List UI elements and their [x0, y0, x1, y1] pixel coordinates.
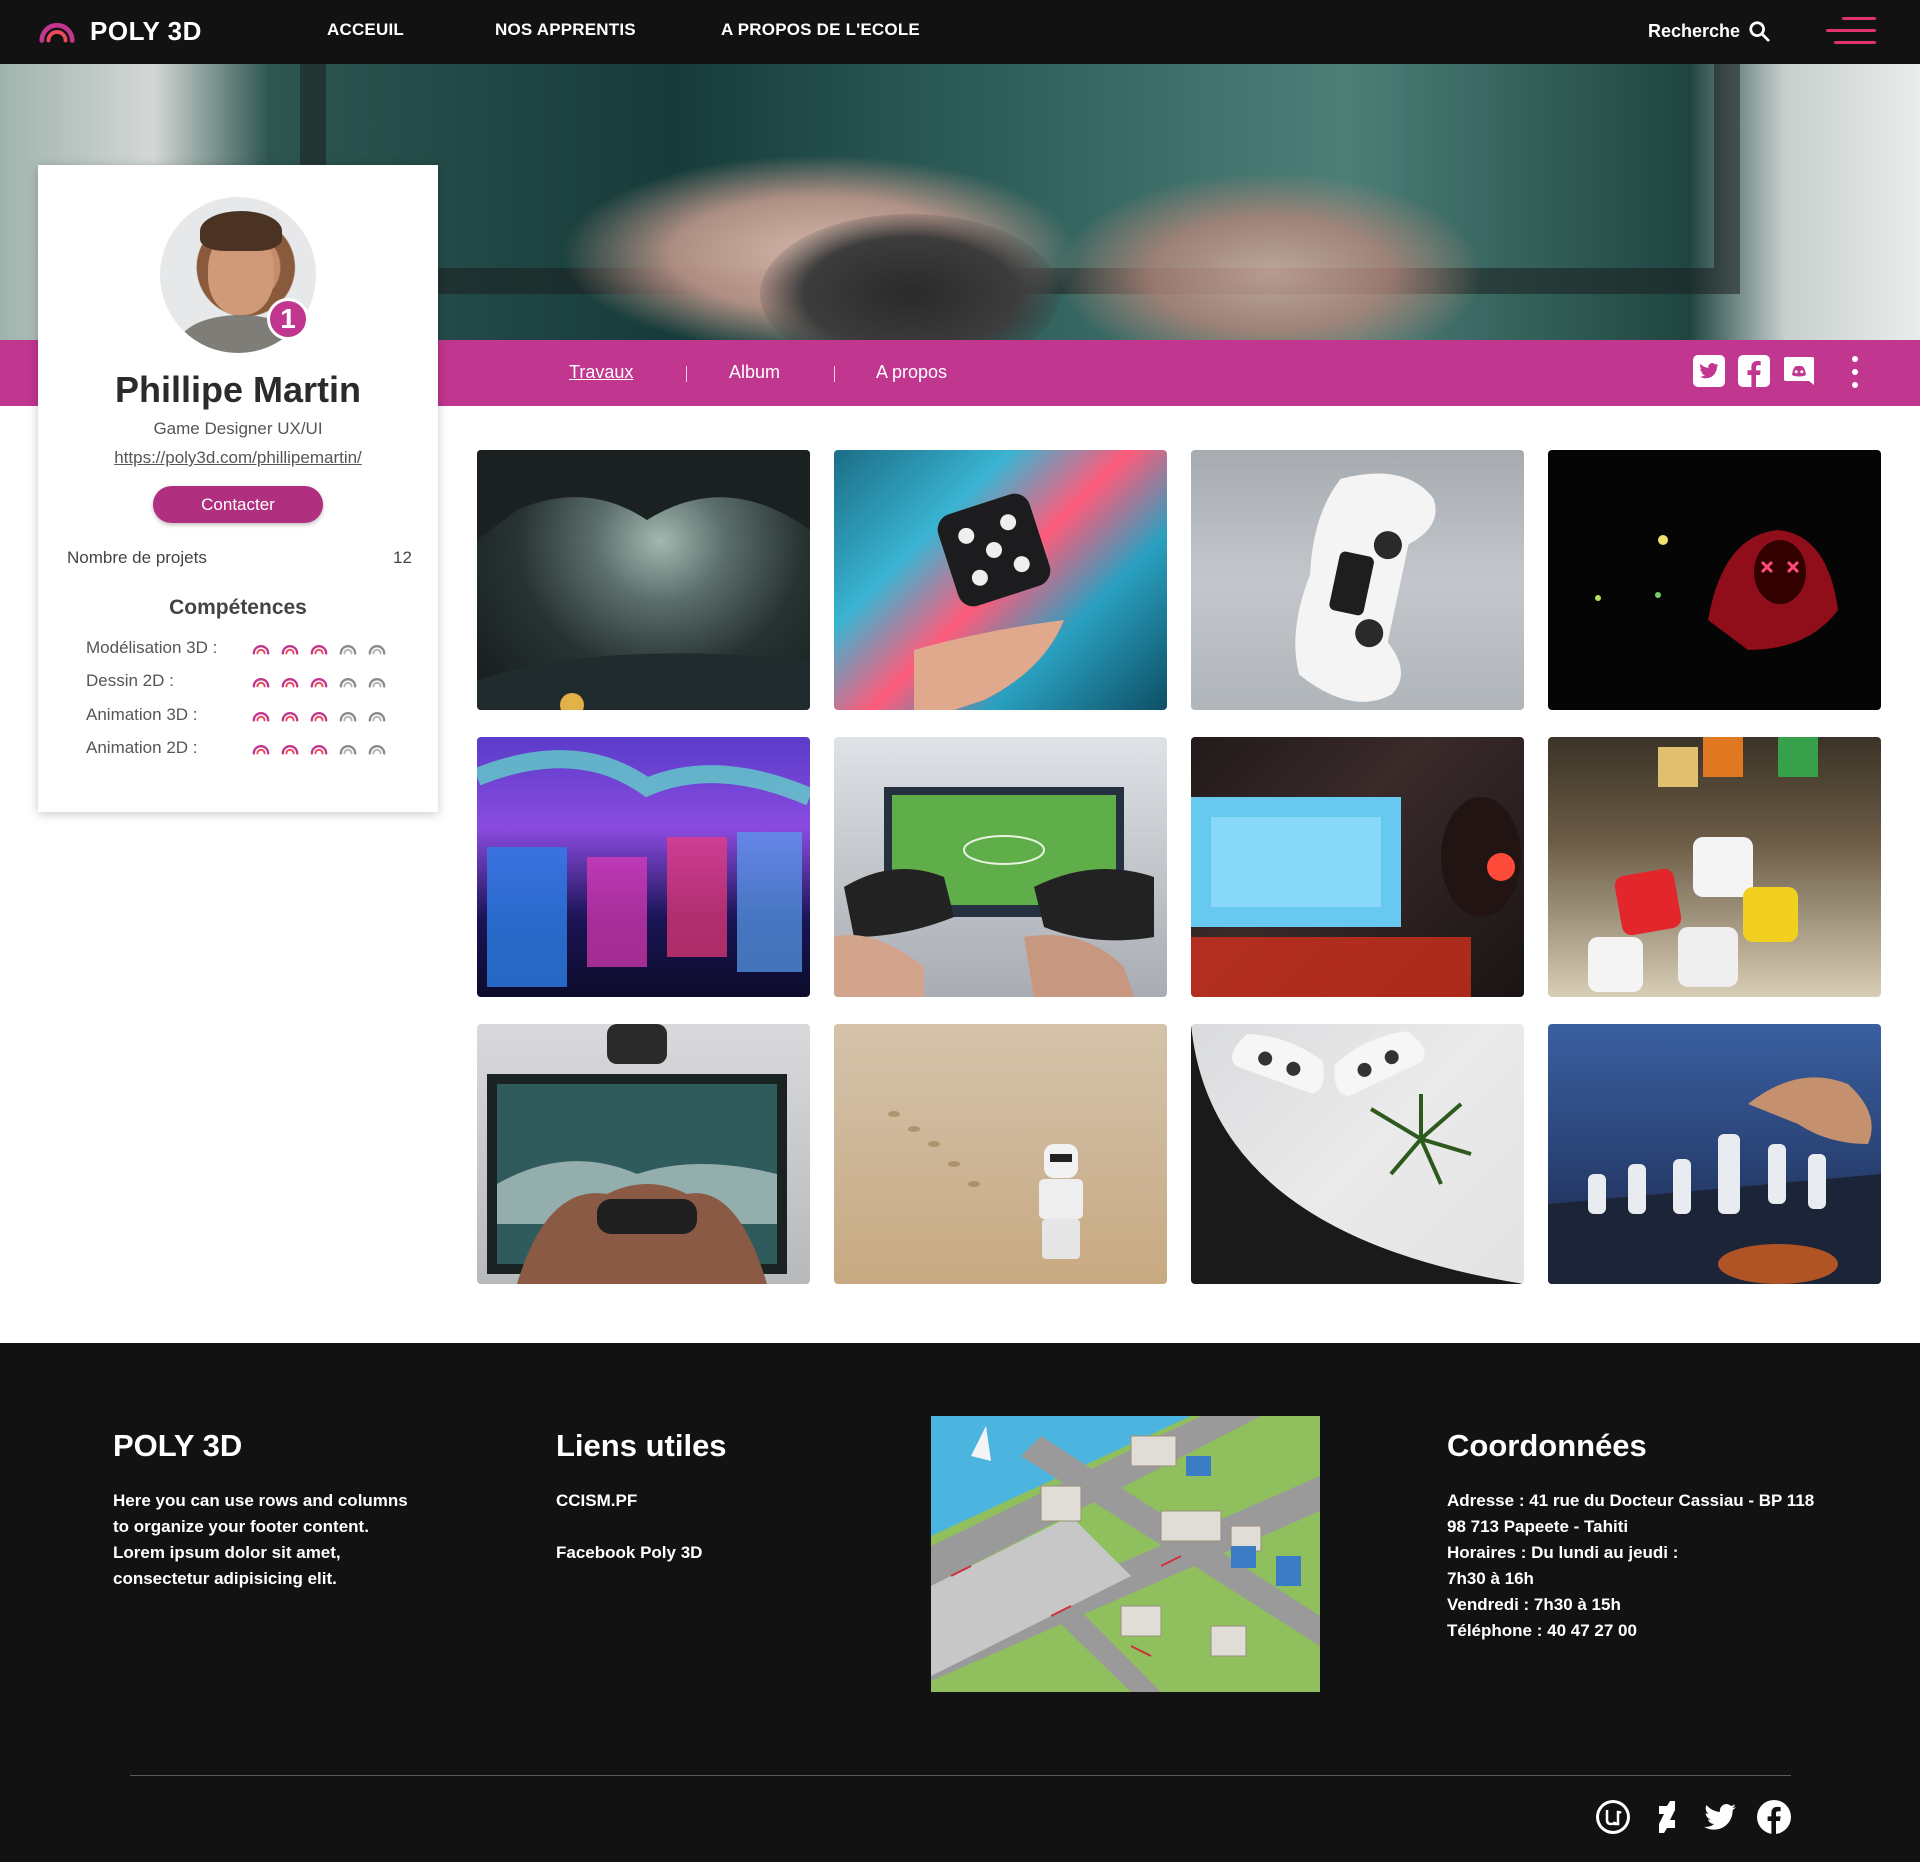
footer-link-ccism[interactable]: CCISM.PF: [556, 1491, 637, 1511]
skills-title: Compétences: [169, 596, 307, 619]
skill-point-empty-icon: [368, 678, 386, 688]
skill-point-filled-icon: [281, 712, 299, 722]
skill-point-filled-icon: [281, 745, 299, 755]
profile-card: 1 Phillipe Martin Game Designer UX/UI ht…: [38, 165, 438, 812]
skill-point-filled-icon: [310, 645, 328, 655]
brand-logo[interactable]: POLY 3D: [38, 12, 202, 50]
footer-link-facebook[interactable]: Facebook Poly 3D: [556, 1543, 702, 1563]
skill-point-empty-icon: [339, 712, 357, 722]
footer-contact-line: Vendredi : 7h30 à 15h: [1447, 1595, 1621, 1614]
facebook-icon[interactable]: [1737, 354, 1771, 388]
nav-link-accueil[interactable]: ACCEUIL: [327, 20, 404, 40]
skill-point-empty-icon: [339, 645, 357, 655]
skill-point-filled-icon: [252, 645, 270, 655]
playing-console-image[interactable]: [477, 1024, 810, 1284]
site-footer: POLY 3D Here you can use rows and column…: [0, 1343, 1920, 1862]
profile-name: Phillipe Martin: [114, 369, 362, 410]
tab-a-propos[interactable]: A propos: [876, 362, 947, 383]
search-label: Recherche: [1648, 20, 1741, 41]
poly3d-logo-icon: [39, 23, 75, 43]
gamer-headset-image[interactable]: [1191, 737, 1524, 997]
football-game-controllers-image[interactable]: [834, 737, 1167, 997]
twitter-icon[interactable]: [1692, 354, 1726, 388]
skill-point-empty-icon: [368, 745, 386, 755]
projects-count-label: Nombre de projets: [67, 548, 207, 567]
skill-point-filled-icon: [310, 712, 328, 722]
gamepads-plant-image[interactable]: [1191, 1024, 1524, 1284]
footer-description-line: to organize your footer content.: [113, 1517, 369, 1536]
tab-album[interactable]: Album: [729, 362, 780, 383]
deviantart-icon[interactable]: [1648, 1798, 1686, 1836]
hamburger-menu-icon[interactable]: [1826, 17, 1876, 45]
unreal-engine-icon[interactable]: [1594, 1798, 1632, 1836]
board-game-dice-image[interactable]: [1548, 737, 1881, 997]
arcade-room-image[interactable]: [477, 737, 810, 997]
tab-divider: [686, 366, 687, 382]
skill-rating-dessin-2d: [252, 672, 386, 690]
discord-icon[interactable]: [1782, 354, 1816, 388]
search-button[interactable]: Recherche: [1648, 20, 1770, 42]
footer-description-line: consectetur adipisicing elit.: [113, 1569, 337, 1588]
skill-label-modelisation-3d: Modélisation 3D :: [86, 638, 218, 657]
footer-contact-line: Téléphone : 40 47 27 00: [1447, 1621, 1637, 1640]
campus-map-image[interactable]: [931, 1416, 1320, 1692]
facebook-icon[interactable]: [1755, 1798, 1793, 1836]
neon-mask-image[interactable]: [1548, 450, 1881, 710]
footer-contact-line: Horaires : Du lundi au jeudi :: [1447, 1543, 1679, 1562]
footer-contact-line: 7h30 à 16h: [1447, 1569, 1534, 1588]
top-navbar: POLY 3D ACCEUIL NOS APPRENTIS A PROPOS D…: [0, 0, 1920, 64]
search-icon: [1749, 21, 1770, 42]
skill-point-filled-icon: [252, 678, 270, 688]
skill-point-empty-icon: [339, 678, 357, 688]
rank-badge: 1: [267, 298, 309, 340]
skill-rating-animation-2d: [252, 739, 386, 757]
cave-explorer-image[interactable]: [477, 450, 810, 710]
skill-point-filled-icon: [281, 645, 299, 655]
skill-rating-animation-3d: [252, 706, 386, 724]
twitter-icon[interactable]: [1701, 1798, 1739, 1836]
chess-hand-image[interactable]: [1548, 1024, 1881, 1284]
skill-point-empty-icon: [339, 745, 357, 755]
skill-rating-modelisation-3d: [252, 639, 386, 657]
skill-label-dessin-2d: Dessin 2D :: [86, 671, 174, 690]
footer-description-line: Here you can use rows and columns: [113, 1491, 408, 1510]
profile-role: Game Designer UX/UI: [153, 419, 323, 438]
footer-links-title: Liens utiles: [556, 1428, 727, 1463]
tab-travaux[interactable]: Travaux: [569, 362, 633, 383]
contact-button[interactable]: Contacter: [153, 486, 323, 523]
brand-name: POLY 3D: [90, 15, 202, 46]
more-options-icon[interactable]: [1850, 356, 1860, 388]
footer-contact-line: 98 713 Papeete - Tahiti: [1447, 1517, 1629, 1536]
nav-link-a-propos-ecole[interactable]: A PROPOS DE L'ECOLE: [721, 20, 920, 40]
skill-point-filled-icon: [281, 678, 299, 688]
footer-contact-line: Adresse : 41 rue du Docteur Cassiau - BP…: [1447, 1491, 1815, 1510]
footer-description-line: Lorem ipsum dolor sit amet,: [113, 1543, 341, 1562]
skill-label-animation-3d: Animation 3D :: [86, 705, 198, 724]
white-gamepad-image[interactable]: [1191, 450, 1524, 710]
footer-contact-title: Coordonnées: [1447, 1428, 1647, 1463]
nav-link-apprentis[interactable]: NOS APPRENTIS: [495, 20, 636, 40]
projects-count-value: 12: [393, 548, 412, 567]
skill-point-filled-icon: [252, 745, 270, 755]
skill-point-filled-icon: [310, 745, 328, 755]
footer-brand-title: POLY 3D: [113, 1428, 243, 1463]
skill-point-empty-icon: [368, 645, 386, 655]
skill-point-empty-icon: [368, 712, 386, 722]
floating-dice-image[interactable]: [834, 450, 1167, 710]
tab-divider: [834, 366, 835, 382]
skill-point-filled-icon: [252, 712, 270, 722]
profile-url-link[interactable]: https://poly3d.com/phillipemartin/: [38, 448, 438, 468]
footer-divider: [130, 1775, 1791, 1776]
skill-point-filled-icon: [310, 678, 328, 688]
skill-label-animation-2d: Animation 2D :: [86, 738, 198, 757]
stormtrooper-sand-image[interactable]: [834, 1024, 1167, 1284]
